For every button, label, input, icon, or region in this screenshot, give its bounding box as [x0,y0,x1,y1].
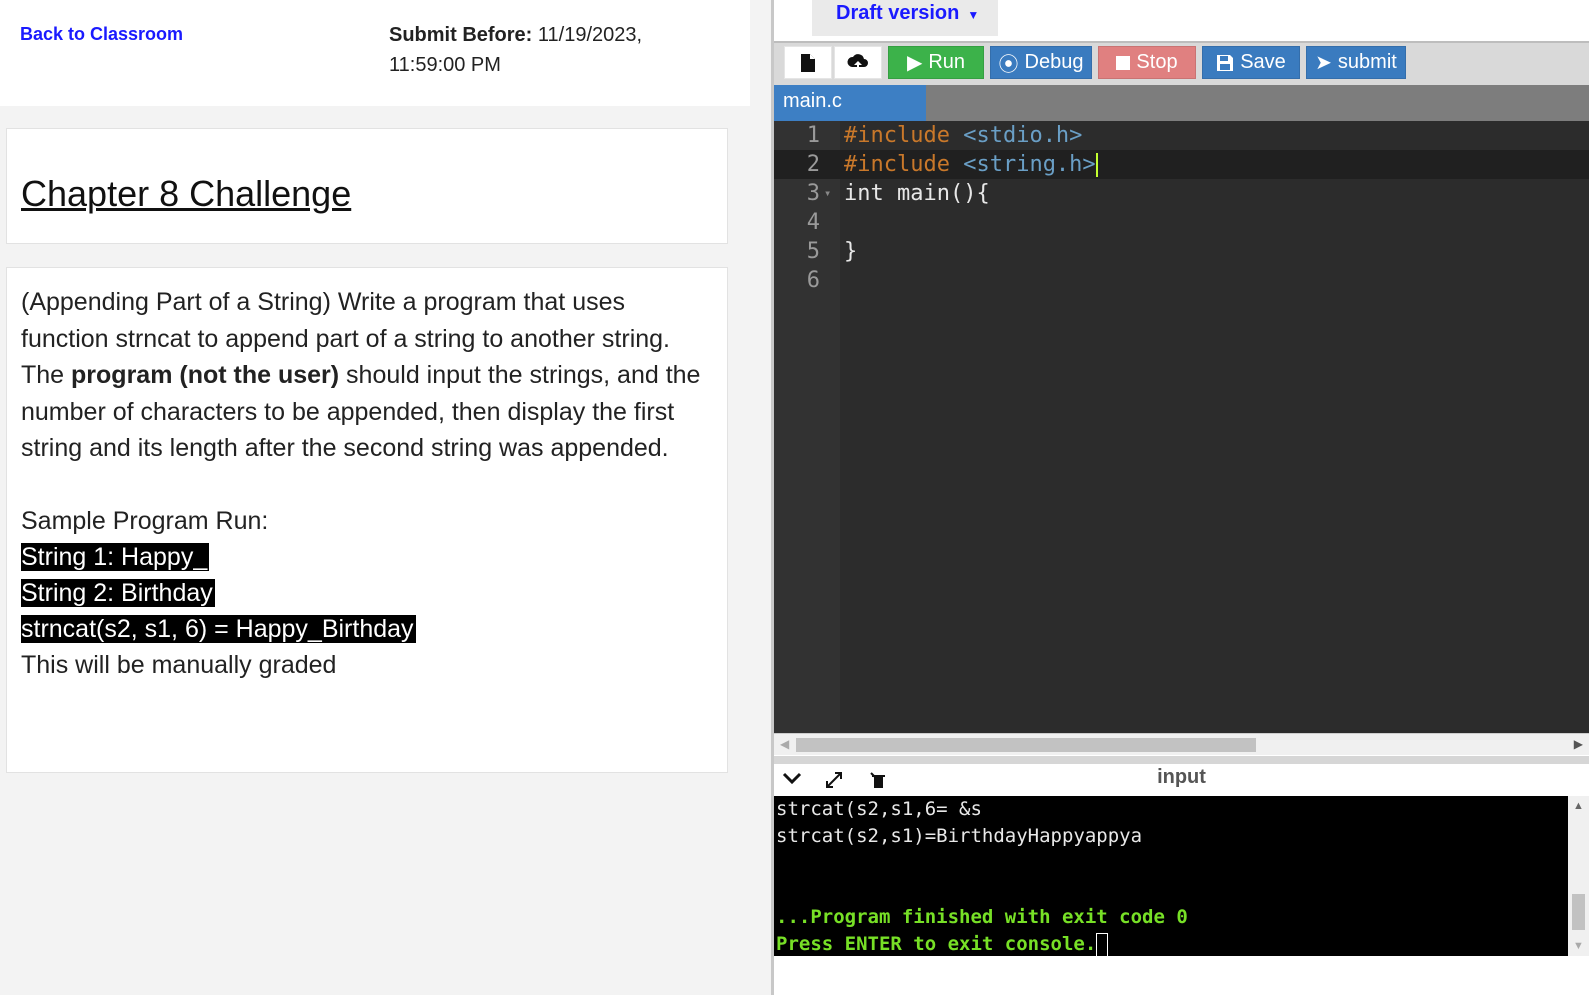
sample-line: strncat(s2, s1, 6) = Happy_Birthday [21,615,416,643]
debug-button[interactable]: ⦿ Debug [990,46,1092,79]
console-prompt-text: Press ENTER to exit console. [776,933,1097,955]
console-scroll-thumb[interactable] [1572,894,1585,930]
console-cursor [1096,932,1109,957]
sample-line: String 2: Birthday [21,579,215,607]
save-button[interactable]: Save [1202,46,1300,79]
run-button[interactable]: ▶ Run [888,46,984,79]
debug-icon: ⦿ [998,54,1019,76]
code-header: <stdio.h> [963,123,1083,148]
file-icon [801,53,815,72]
console-line: strcat(s2,s1,6= &s [776,798,982,820]
code-line: 5 } [774,237,1589,266]
submit-before-label: Submit Before: [389,24,533,46]
cloud-upload-icon [847,53,868,71]
upload-button[interactable] [834,46,882,79]
assignment-pane: Back to Classroom Submit Before: 11/19/2… [0,0,770,995]
line-number: 1 [806,123,820,148]
text-cursor [1095,153,1098,177]
code-directive: #include [844,152,950,177]
back-to-classroom-link[interactable]: Back to Classroom [20,24,183,45]
code-line: 2 #include <string.h> [774,150,1589,179]
console-prompt-line: Press ENTER to exit console. [776,931,1566,958]
code-text: } [844,239,858,264]
console-scrollbar[interactable]: ▲ ▼ [1568,796,1589,956]
code-line: 1 #include <stdio.h> [774,121,1589,150]
floppy-icon [1217,54,1234,71]
tab-main-c[interactable]: main.c [774,85,926,121]
assignment-title: Chapter 8 Challenge [21,173,352,214]
code-line: 4 [774,208,1589,237]
save-label: Save [1240,51,1286,73]
stop-label: Stop [1136,51,1178,73]
stop-icon [1116,55,1131,70]
code-line: 3 ▾ int main(){ [774,179,1589,208]
stop-button[interactable]: Stop [1098,46,1196,79]
line-number: 6 [806,268,820,293]
console-line: strcat(s2,s1)=BirthdayHappyappya [776,825,1143,847]
line-number: 2 [806,152,820,177]
play-icon: ▶ [906,52,923,74]
submit-deadline: Submit Before: 11/19/2023, 11:59:00 PM [389,20,689,80]
description-card: (Appending Part of a String) Write a pro… [6,267,728,773]
submit-label: submit [1337,51,1397,73]
grading-note: This will be manually graded [21,651,337,679]
send-icon: ➤ [1315,52,1332,74]
file-tabs: main.c [774,85,1589,121]
code-editor[interactable]: 1 #include <stdio.h> 2 #include <string.… [774,121,1589,733]
description-bold: program (not the user) [71,361,340,389]
scroll-down-icon[interactable]: ▼ [1573,940,1584,952]
caret-down-icon: ▼ [967,8,980,22]
code-line: 6 [774,266,1589,295]
console-header: input [774,764,1589,796]
scroll-left-icon[interactable]: ◀ [780,737,789,751]
scroll-up-icon[interactable]: ▲ [1573,800,1584,812]
code-text: int main(){ [844,181,990,206]
assignment-header: Back to Classroom Submit Before: 11/19/2… [0,0,750,106]
ide-pane: Draft version ▼ ▶ Run ⦿ Debug Stop Save ➤ su… [774,0,1589,995]
code-header: <string.h> [963,152,1096,177]
console-title: input [1157,766,1206,788]
new-file-button[interactable] [784,46,832,79]
line-number: 5 [806,239,820,264]
scroll-right-icon[interactable]: ▶ [1574,737,1583,751]
ide-toolbar: ▶ Run ⦿ Debug Stop Save ➤ submit [774,41,1589,85]
fold-arrow-icon[interactable]: ▾ [824,179,831,208]
title-card: Chapter 8 Challenge [6,128,728,244]
submit-button[interactable]: ➤ submit [1306,46,1406,79]
version-label: Draft version [836,2,960,24]
console-line: ...Program finished with exit code 0 [776,906,1188,928]
code-directive: #include [844,123,950,148]
version-dropdown[interactable]: Draft version ▼ [812,0,998,36]
debug-label: Debug [1024,51,1084,73]
assignment-description: (Appending Part of a String) Write a pro… [21,284,713,467]
sample-line: String 1: Happy_ [21,543,210,571]
panel-splitter[interactable] [774,756,1589,764]
sample-heading: Sample Program Run: [21,506,269,535]
scroll-thumb[interactable] [796,738,1256,752]
line-number: 3 [806,181,820,206]
horizontal-scrollbar[interactable]: ◀ ▶ [774,733,1589,755]
line-number: 4 [806,210,820,235]
run-label: Run [928,51,966,73]
console-output[interactable]: strcat(s2,s1,6= &s strcat(s2,s1)=Birthda… [774,796,1568,958]
